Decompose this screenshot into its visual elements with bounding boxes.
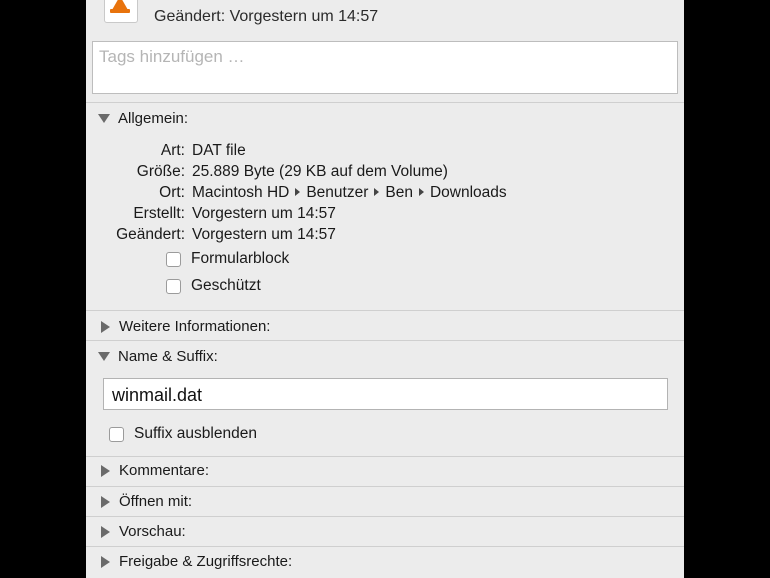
divider <box>86 486 684 487</box>
disclosure-collapsed-icon[interactable] <box>101 320 110 333</box>
locked-checkbox[interactable] <box>166 278 181 294</box>
path-arrow-icon <box>418 188 424 197</box>
locked-label: Geschützt <box>191 277 261 294</box>
info-label: Geändert: <box>116 226 185 243</box>
divider <box>86 102 684 103</box>
filename-field[interactable] <box>103 378 668 410</box>
divider <box>86 340 684 341</box>
section-more-info-header[interactable]: Weitere Informationen: <box>98 318 270 335</box>
stationery-pad-option[interactable]: Formularblock <box>166 250 289 268</box>
divider <box>86 456 684 457</box>
tags-input[interactable] <box>97 46 661 68</box>
info-value: Vorgestern um 14:57 <box>192 226 336 243</box>
header-modified-label: Geändert: <box>154 8 226 25</box>
disclosure-collapsed-icon[interactable] <box>101 555 110 568</box>
info-value: Vorgestern um 14:57 <box>192 205 336 222</box>
header-modified-value: Vorgestern um 14:57 <box>229 8 379 25</box>
hide-suffix-option[interactable]: Suffix ausblenden <box>109 425 257 443</box>
info-label: Größe: <box>136 163 185 180</box>
path-item[interactable]: Benutzer <box>306 184 368 201</box>
section-open-with-header[interactable]: Öffnen mit: <box>98 493 192 510</box>
path-arrow-icon <box>374 188 380 197</box>
locked-option[interactable]: Geschützt <box>166 277 261 295</box>
path-item[interactable]: Macintosh HD <box>192 184 289 201</box>
disclosure-collapsed-icon[interactable] <box>101 525 110 538</box>
disclosure-collapsed-icon[interactable] <box>101 495 110 508</box>
hide-suffix-checkbox[interactable] <box>109 426 124 442</box>
info-panel: Geändert: Vorgestern um 14:57 Allgemein:… <box>86 0 684 578</box>
disclosure-expanded-icon[interactable] <box>98 352 110 361</box>
section-name-suffix-header[interactable]: Name & Suffix: <box>98 348 218 365</box>
section-sharing-header[interactable]: Freigabe & Zugriffsrechte: <box>98 553 292 570</box>
section-open-with-title: Öffnen mit: <box>119 493 193 510</box>
hide-suffix-label: Suffix ausblenden <box>134 425 257 442</box>
section-general-header[interactable]: Allgemein: <box>98 110 188 127</box>
tags-field[interactable] <box>92 41 678 94</box>
section-general-title: Allgemein: <box>118 110 189 127</box>
file-header: Geändert: Vorgestern um 14:57 <box>86 0 684 34</box>
header-modified: Geändert: Vorgestern um 14:57 <box>154 8 378 26</box>
section-name-suffix-title: Name & Suffix: <box>118 348 218 365</box>
path-item[interactable]: Ben <box>385 184 413 201</box>
divider <box>86 310 684 311</box>
info-value: DAT file <box>192 142 246 159</box>
stationery-pad-label: Formularblock <box>191 250 290 267</box>
disclosure-expanded-icon[interactable] <box>98 114 110 123</box>
section-comments-title: Kommentare: <box>119 462 210 479</box>
info-label: Ort: <box>159 184 185 201</box>
vlc-cone-icon <box>104 0 138 23</box>
path-arrow-icon <box>295 188 301 197</box>
location-path: Macintosh HD Benutzer Ben Downloads <box>192 184 507 202</box>
info-label: Erstellt: <box>133 205 185 222</box>
disclosure-collapsed-icon[interactable] <box>101 464 110 477</box>
divider <box>86 516 684 517</box>
section-sharing-title: Freigabe & Zugriffsrechte: <box>119 553 293 570</box>
section-comments-header[interactable]: Kommentare: <box>98 462 209 479</box>
info-value: 25.889 Byte (29 KB auf dem Volume) <box>192 163 448 180</box>
stationery-pad-checkbox[interactable] <box>166 251 181 267</box>
filename-input[interactable] <box>110 384 664 407</box>
section-preview-header[interactable]: Vorschau: <box>98 523 186 540</box>
section-preview-title: Vorschau: <box>119 523 186 540</box>
path-item[interactable]: Downloads <box>430 184 507 201</box>
divider <box>86 546 684 547</box>
info-label: Art: <box>160 142 185 159</box>
section-more-info-title: Weitere Informationen: <box>119 318 271 335</box>
